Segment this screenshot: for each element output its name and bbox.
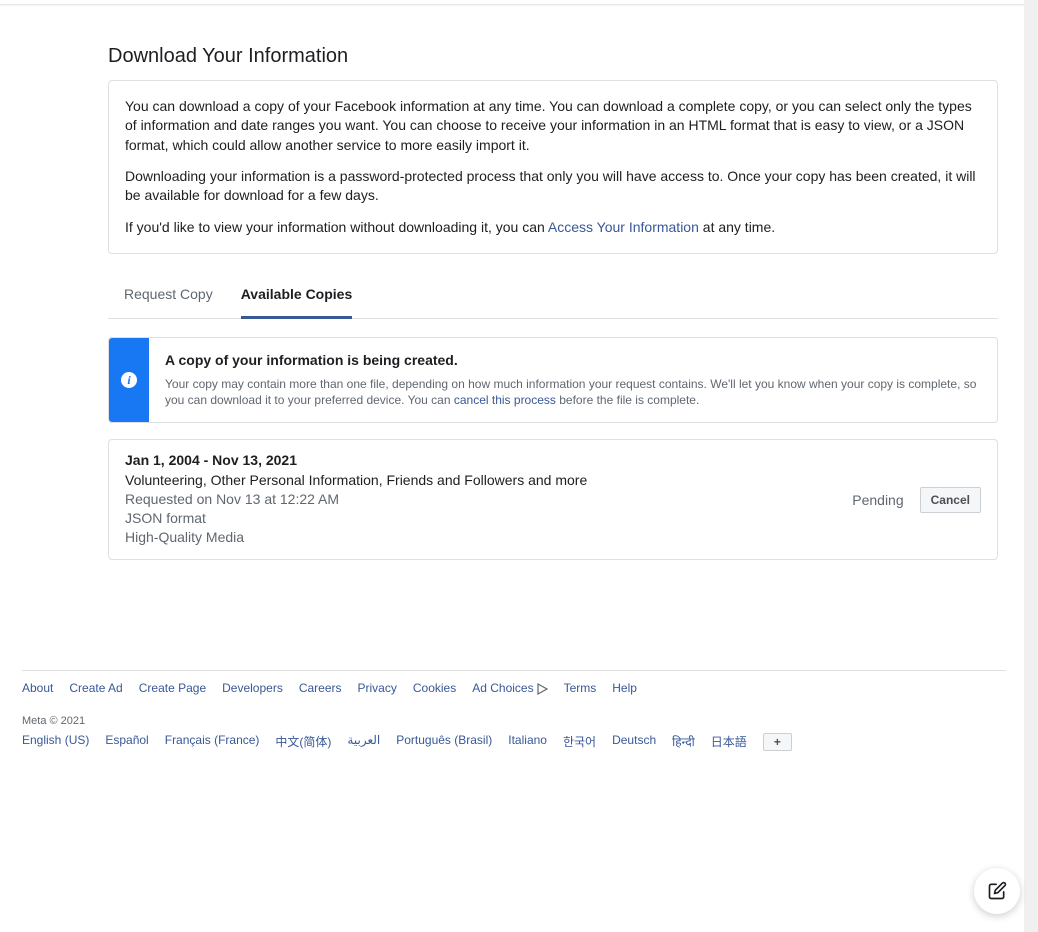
footer-divider (22, 670, 1006, 671)
footer-copyright: Meta © 2021 (22, 715, 1006, 727)
footer-link-ad-choices[interactable]: Ad Choices (472, 681, 547, 695)
lang-hindi[interactable]: हिन्दी (672, 733, 695, 751)
lang-more-button[interactable]: + (763, 733, 792, 751)
intro-card: You can download a copy of your Facebook… (108, 80, 998, 254)
footer-link-help[interactable]: Help (612, 681, 637, 695)
cancel-process-link[interactable]: cancel this process (454, 393, 556, 407)
footer-link-create-ad[interactable]: Create Ad (69, 681, 122, 695)
lang-italiano[interactable]: Italiano (508, 733, 547, 751)
footer-link-developers[interactable]: Developers (222, 681, 283, 695)
footer-link-create-page[interactable]: Create Page (139, 681, 206, 695)
footer-links: About Create Ad Create Page Developers C… (22, 681, 1006, 695)
tab-request-copy[interactable]: Request Copy (124, 272, 213, 318)
intro-paragraph-1: You can download a copy of your Facebook… (125, 97, 981, 155)
footer-link-privacy[interactable]: Privacy (358, 681, 397, 695)
footer-link-cookies[interactable]: Cookies (413, 681, 456, 695)
intro-p3-after: at any time. (699, 219, 775, 235)
access-your-information-link[interactable]: Access Your Information (548, 219, 699, 235)
scrollbar[interactable] (1024, 0, 1038, 932)
copy-requested: Requested on Nov 13 at 12:22 AM (125, 490, 852, 509)
footer-link-careers[interactable]: Careers (299, 681, 342, 695)
lang-deutsch[interactable]: Deutsch (612, 733, 656, 751)
lang-korean[interactable]: 한국어 (563, 733, 596, 751)
adchoices-icon (536, 683, 548, 695)
copy-format: JSON format (125, 509, 852, 528)
copy-date-range: Jan 1, 2004 - Nov 13, 2021 (125, 452, 852, 468)
edit-fab[interactable] (974, 868, 1020, 914)
footer-languages: English (US) Español Français (France) 中… (22, 733, 1006, 751)
tab-available-copies[interactable]: Available Copies (241, 272, 353, 319)
footer-link-about[interactable]: About (22, 681, 53, 695)
lang-japanese[interactable]: 日本語 (711, 733, 747, 751)
info-banner-title: A copy of your information is being crea… (165, 352, 981, 368)
intro-paragraph-2: Downloading your information is a passwo… (125, 167, 981, 206)
page-title: Download Your Information (108, 45, 998, 68)
info-icon: i (121, 372, 137, 388)
info-banner: i A copy of your information is being cr… (108, 337, 998, 423)
footer: About Create Ad Create Page Developers C… (22, 670, 1006, 751)
edit-icon (987, 881, 1007, 901)
info-msg-after: before the file is complete. (556, 393, 699, 407)
lang-francais[interactable]: Français (France) (165, 733, 260, 751)
footer-link-terms[interactable]: Terms (564, 681, 597, 695)
copy-categories: Volunteering, Other Personal Information… (125, 472, 852, 488)
cancel-button[interactable]: Cancel (920, 487, 981, 513)
copy-media: High-Quality Media (125, 528, 852, 547)
copy-status: Pending (852, 492, 903, 508)
lang-portugues-brasil[interactable]: Português (Brasil) (396, 733, 492, 751)
intro-paragraph-3: If you'd like to view your information w… (125, 218, 981, 237)
top-border (0, 0, 1038, 5)
intro-p3-before: If you'd like to view your information w… (125, 219, 548, 235)
lang-arabic[interactable]: العربية (347, 733, 380, 751)
lang-chinese-simplified[interactable]: 中文(简体) (275, 733, 331, 751)
copy-card: Jan 1, 2004 - Nov 13, 2021 Volunteering,… (108, 439, 998, 560)
info-banner-message: Your copy may contain more than one file… (165, 376, 981, 408)
lang-espanol[interactable]: Español (105, 733, 148, 751)
ad-choices-label: Ad Choices (472, 681, 533, 695)
info-banner-accent: i (109, 338, 149, 422)
tabs: Request Copy Available Copies (108, 272, 998, 319)
lang-english-us: English (US) (22, 733, 89, 751)
